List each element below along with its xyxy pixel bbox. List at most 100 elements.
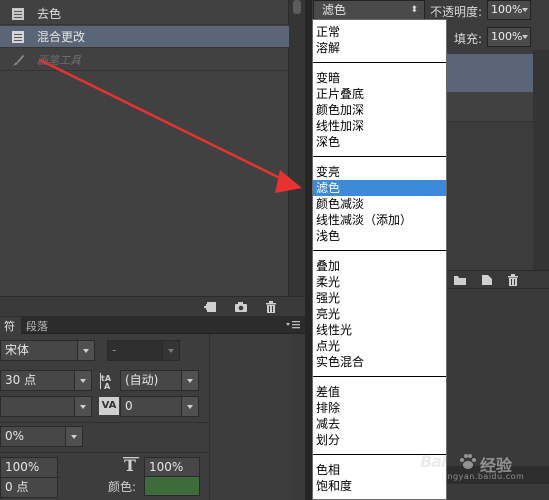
chevron-down-icon — [74, 397, 91, 416]
opacity-value: 100% — [491, 3, 523, 16]
layer-row-selected[interactable] — [440, 54, 533, 92]
updown-arrow-icon: ⬍ — [410, 5, 418, 15]
chevron-down-icon — [162, 341, 179, 360]
menu-item[interactable]: 叠加 — [313, 258, 446, 274]
history-toolbar — [0, 296, 305, 316]
document-icon — [12, 30, 24, 43]
divider — [0, 452, 209, 453]
menu-item[interactable]: 滤色 — [313, 180, 446, 196]
menu-item[interactable]: 亮光 — [313, 306, 446, 322]
folder-icon[interactable] — [453, 273, 467, 287]
history-item-blend-change[interactable]: 混合更改 — [0, 26, 289, 48]
chevron-down-icon — [181, 371, 198, 390]
menu-item[interactable]: 柔光 — [313, 274, 446, 290]
menu-separator — [313, 156, 446, 157]
layers-scrollbar[interactable] — [533, 50, 549, 270]
divider — [0, 422, 209, 423]
horizontal-scale-input[interactable]: 100% — [144, 457, 200, 478]
history-item-label: 画笔工具 — [37, 53, 81, 67]
history-item-label: 混合更改 — [37, 30, 86, 44]
chevron-down-icon — [74, 371, 91, 390]
blend-mode-menu: 正常 溶解变暗 正片叠底 颜色加深 线性加深 深色变亮 滤色 颜色减淡 线性减淡（添加） 浅色叠加… — [312, 19, 447, 500]
menu-item[interactable]: 差值 — [313, 384, 446, 400]
new-layer-icon[interactable] — [480, 273, 494, 287]
menu-item[interactable]: 减去 — [313, 416, 446, 432]
text-color-swatch[interactable] — [144, 476, 200, 496]
kerning-select[interactable] — [0, 396, 92, 417]
watermark: Bai 经验 jingyan.baidu.com — [420, 452, 549, 482]
tracking-select[interactable]: 0 — [120, 396, 199, 417]
history-item-brush-tool[interactable]: 画笔工具 — [0, 49, 289, 71]
menu-item[interactable]: 划分 — [313, 432, 446, 448]
panel-menu-icon[interactable] — [285, 320, 301, 330]
menu-item[interactable]: 正片叠底 — [313, 86, 446, 102]
layers-toolbar — [440, 270, 549, 288]
horizontal-scale-icon: T — [123, 456, 139, 474]
fill-value: 100% — [491, 30, 523, 43]
chevron-down-icon — [522, 8, 528, 12]
menu-item[interactable]: 实色混合 — [313, 354, 446, 370]
chevron-down-icon — [65, 427, 82, 446]
baseline-shift-value: 0 点 — [5, 480, 29, 494]
menu-item[interactable]: 强光 — [313, 290, 446, 306]
paw-icon — [460, 454, 476, 469]
scale-value: 0% — [5, 429, 25, 443]
character-panel-tabs: 符 段落 — [0, 316, 305, 334]
menu-item[interactable]: 深色 — [313, 134, 446, 150]
menu-item[interactable]: 排除 — [313, 400, 446, 416]
font-size-value: 30 点 — [5, 373, 37, 387]
trash-icon[interactable] — [506, 273, 520, 287]
fill-input[interactable]: 100% — [487, 27, 531, 47]
scrollbar-thumb[interactable] — [293, 0, 301, 14]
menu-item[interactable]: 浅色 — [313, 228, 446, 244]
menu-separator — [313, 62, 446, 63]
opacity-input[interactable]: 100% — [487, 0, 531, 20]
menu-item[interactable]: 颜色减淡 — [313, 196, 446, 212]
history-scrollbar[interactable] — [289, 0, 305, 296]
svg-text:A: A — [104, 382, 111, 390]
menu-item[interactable]: 正常 — [313, 24, 446, 40]
menu-item[interactable]: 线性减淡（添加） — [313, 212, 446, 228]
chevron-down-icon — [181, 397, 198, 416]
font-style-value: - — [112, 343, 117, 357]
font-size-select[interactable]: 30 点 — [0, 370, 92, 391]
chevron-down-icon — [522, 35, 528, 39]
chevron-down-icon — [77, 341, 94, 360]
menu-item[interactable]: 点光 — [313, 338, 446, 354]
font-style-select[interactable]: - — [107, 340, 180, 361]
menu-item[interactable]: 溶解 — [313, 40, 446, 56]
menu-separator — [313, 250, 446, 251]
tab-character[interactable]: 符 — [0, 317, 21, 334]
leading-value: (自动) — [125, 373, 159, 387]
menu-item[interactable]: 变暗 — [313, 70, 446, 86]
tab-paragraph[interactable]: 段落 — [22, 317, 54, 334]
layer-row[interactable] — [440, 92, 533, 122]
panel-gutter — [305, 0, 312, 500]
history-item-desaturate[interactable]: 去色 — [0, 3, 289, 25]
menu-separator — [313, 376, 446, 377]
character-panel-scrollbar[interactable] — [292, 334, 305, 500]
camera-icon[interactable] — [234, 300, 248, 314]
menu-item[interactable]: 颜色加深 — [313, 102, 446, 118]
baseline-shift-input[interactable]: 0 点 — [0, 477, 58, 498]
history-item-label: 去色 — [37, 7, 62, 21]
blend-mode-value: 滤色 — [322, 3, 347, 17]
new-document-from-state-icon[interactable] — [203, 300, 217, 314]
color-label: 颜色: — [108, 480, 137, 494]
font-family-value: 宋体 — [5, 343, 30, 357]
menu-item[interactable]: 线性加深 — [313, 118, 446, 134]
menu-item[interactable]: 线性光 — [313, 322, 446, 338]
leading-icon: tA A — [99, 372, 119, 391]
vertical-scale-input[interactable]: 100% — [0, 457, 58, 478]
watermark-url: jingyan.baidu.com — [442, 472, 525, 481]
horizontal-scale-value: 100% — [149, 460, 184, 474]
blend-mode-select[interactable]: 滤色 ⬍ — [313, 0, 425, 20]
trash-icon[interactable] — [264, 300, 278, 314]
opacity-label: 不透明度: — [430, 5, 483, 19]
scale-select[interactable]: 0% — [0, 426, 83, 447]
tracking-icon: VA — [99, 397, 119, 415]
svg-text:T: T — [124, 456, 136, 474]
menu-item[interactable]: 变亮 — [313, 164, 446, 180]
font-family-select[interactable]: 宋体 — [0, 340, 95, 361]
leading-select[interactable]: (自动) — [120, 370, 199, 391]
